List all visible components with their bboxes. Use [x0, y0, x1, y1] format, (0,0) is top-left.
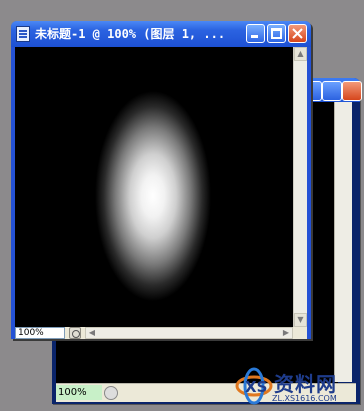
navigator-icon[interactable]	[104, 386, 118, 400]
vertical-scrollbar[interactable]: ▲ ▼	[293, 47, 307, 327]
minimize-button[interactable]	[246, 24, 265, 43]
close-icon	[292, 28, 303, 39]
document-icon[interactable]	[16, 26, 30, 42]
horizontal-scrollbar[interactable]: ◀ ▶	[85, 327, 293, 339]
maximize-button[interactable]	[267, 24, 286, 43]
image-canvas[interactable]	[15, 47, 293, 327]
document-window[interactable]: 未标题-1 @ 100% (图层 1, ... ▲ ▼ 100% ◀ ▶	[11, 21, 311, 339]
maximize-icon[interactable]	[322, 81, 342, 101]
close-button[interactable]	[288, 24, 307, 43]
background-vertical-scrollbar[interactable]	[334, 102, 352, 382]
site-watermark: XS 资料网 ZL.XS1616.COM	[234, 366, 360, 408]
radial-glow-ellipse	[15, 47, 293, 327]
scroll-up-arrow-icon[interactable]: ▲	[294, 47, 307, 61]
window-title: 未标题-1 @ 100% (图层 1, ...	[35, 27, 226, 41]
watermark-name: 资料网	[274, 372, 337, 396]
watermark-logo-icon: XS	[235, 367, 273, 405]
scroll-down-arrow-icon[interactable]: ▼	[294, 313, 307, 327]
svg-text:XS: XS	[245, 378, 267, 396]
window-titlebar[interactable]: 未标题-1 @ 100% (图层 1, ...	[11, 21, 311, 47]
zoom-field[interactable]: 100%	[15, 327, 65, 339]
status-menu-icon[interactable]	[69, 327, 81, 339]
scroll-left-arrow-icon[interactable]: ◀	[86, 328, 98, 338]
status-bar: 100% ◀ ▶	[15, 327, 307, 339]
watermark-url: ZL.XS1616.COM	[272, 394, 337, 403]
background-zoom-field[interactable]: 100%	[56, 385, 102, 400]
close-icon[interactable]	[342, 81, 362, 101]
scroll-right-arrow-icon[interactable]: ▶	[280, 328, 292, 338]
